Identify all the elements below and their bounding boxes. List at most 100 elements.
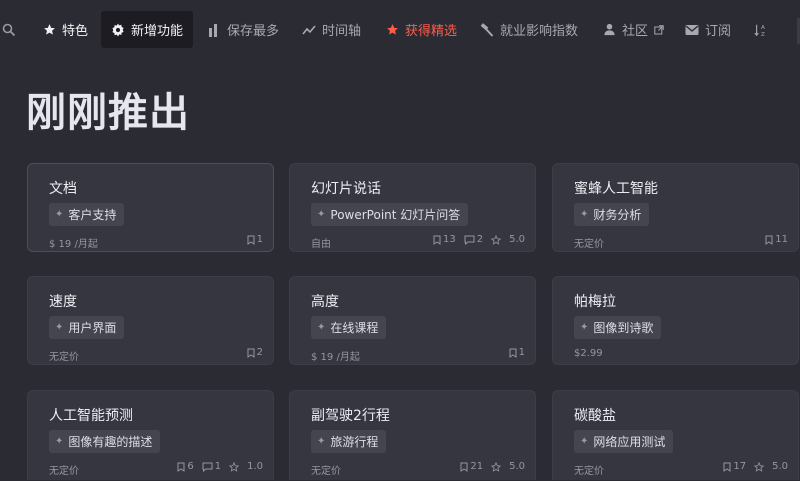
category-tag[interactable]: ✦ 用户界面 <box>49 316 125 339</box>
bookmark-icon <box>509 348 517 358</box>
bars-icon <box>207 23 221 37</box>
card-title: 帕梅拉 <box>574 294 616 310</box>
save-count[interactable]: 17 <box>723 461 746 472</box>
category-tag[interactable]: ✦ PowerPoint 幻灯片问答 <box>311 203 469 226</box>
tool-card-docs[interactable]: 文档 ✦ 客户支持 $ 19 /月起 1 <box>27 163 274 252</box>
sort-button[interactable]: AZ <box>746 11 776 48</box>
rating-value: 5.0 <box>772 461 788 472</box>
price-label: $ 19 /月起 <box>49 239 98 250</box>
star-outline-icon <box>491 461 502 472</box>
price-label: $ 19 /月起 <box>311 352 360 363</box>
nav-new-features[interactable]: 新增功能 <box>101 11 194 48</box>
sparkle-icon: ✦ <box>317 321 326 333</box>
card-title: 幻灯片说话 <box>311 181 381 197</box>
tag-label: 图像有趣的描述 <box>68 435 153 449</box>
save-count[interactable]: 1 <box>509 347 525 358</box>
nav-timeline[interactable]: 时间轴 <box>292 11 371 48</box>
envelope-icon <box>685 23 699 37</box>
bookmark-icon <box>433 235 441 245</box>
hammer-icon <box>480 22 494 37</box>
tag-label: 客户支持 <box>68 208 117 222</box>
sparkle-icon: ✦ <box>580 208 589 220</box>
gear-icon <box>111 23 125 37</box>
sort-az-icon: AZ <box>754 23 768 38</box>
comment-count[interactable]: 2 <box>464 234 483 245</box>
category-tag[interactable]: ✦ 网络应用测试 <box>574 430 674 453</box>
card-stats: 6 1 1.0 <box>177 461 263 472</box>
category-tag[interactable]: ✦ 财务分析 <box>574 203 650 226</box>
card-stats: 11 <box>765 234 788 245</box>
card-stats: 2 <box>247 347 263 358</box>
nav-community[interactable]: 社区 <box>592 11 674 48</box>
card-stats: 13 2 5.0 <box>433 234 525 245</box>
card-title: 碳酸盐 <box>574 408 616 424</box>
save-count[interactable]: 2 <box>247 347 263 358</box>
tool-card-speed[interactable]: 速度 ✦ 用户界面 无定价 2 <box>27 276 274 365</box>
nav-get-featured[interactable]: 获得精选 <box>375 11 467 48</box>
category-tag[interactable]: ✦ 客户支持 <box>49 203 125 226</box>
card-title: 蜜蜂人工智能 <box>574 181 658 197</box>
price-label: 无定价 <box>574 466 604 477</box>
star-outline-icon <box>754 461 765 472</box>
tool-card-carbonate[interactable]: 碳酸盐 ✦ 网络应用测试 无定价 17 5.0 <box>552 390 799 480</box>
search-button[interactable] <box>0 11 24 48</box>
tool-card-bee-ai[interactable]: 蜜蜂人工智能 ✦ 财务分析 无定价 11 <box>552 163 799 252</box>
card-title: 人工智能预测 <box>49 408 133 424</box>
price-label: 无定价 <box>574 239 604 250</box>
card-stats: 21 5.0 <box>460 461 525 472</box>
user-icon <box>602 23 616 37</box>
save-count[interactable]: 1 <box>247 234 263 245</box>
category-tag[interactable]: ✦ 旅游行程 <box>311 430 387 453</box>
rating <box>754 461 765 472</box>
comment-icon <box>464 235 475 245</box>
tool-card-altitude[interactable]: 高度 ✦ 在线课程 $ 19 /月起 1 <box>289 276 536 365</box>
tool-card-copilot2trip[interactable]: 副驾驶2行程 ✦ 旅游行程 无定价 21 5.0 <box>289 390 536 480</box>
star-outline-icon <box>229 461 240 472</box>
save-count[interactable]: 13 <box>433 234 456 245</box>
rating-value: 5.0 <box>509 234 525 245</box>
sparkle-icon: ✦ <box>580 321 589 333</box>
save-count[interactable]: 6 <box>177 461 194 472</box>
nav-community-label: 社区 <box>622 24 649 39</box>
bookmark-icon <box>460 462 468 472</box>
nav-jobs-impact[interactable]: 就业影响指数 <box>470 11 588 48</box>
save-count[interactable]: 11 <box>765 234 788 245</box>
price-label: 无定价 <box>49 466 79 477</box>
nav-get-featured-label: 获得精选 <box>405 24 458 39</box>
card-title: 副驾驶2行程 <box>311 408 390 424</box>
tag-label: 用户界面 <box>68 321 117 335</box>
top-nav: 特色 新增功能 保存最多 时间轴 获得精选 就业影响指数 社区 订阅 A Z <box>0 0 800 60</box>
category-tag[interactable]: ✦ 图像有趣的描述 <box>49 430 161 453</box>
rating <box>229 461 240 472</box>
tag-label: 在线课程 <box>330 321 379 335</box>
bookmark-icon <box>247 348 255 358</box>
nav-subscribe-label: 订阅 <box>705 24 732 39</box>
category-tag[interactable]: ✦ 在线课程 <box>311 316 387 339</box>
tag-label: PowerPoint 幻灯片问答 <box>330 208 461 222</box>
bookmark-icon <box>723 462 731 472</box>
tool-card-pamela[interactable]: 帕梅拉 ✦ 图像到诗歌 $2.99 <box>552 276 799 365</box>
trend-icon <box>302 23 316 37</box>
tag-label: 图像到诗歌 <box>593 321 654 335</box>
price-label: $2.99 <box>574 348 603 359</box>
star-icon <box>385 23 399 37</box>
bookmark-icon <box>765 235 773 245</box>
card-stats: 17 5.0 <box>723 461 788 472</box>
nav-subscribe[interactable]: 订阅 <box>675 11 741 48</box>
price-label: 无定价 <box>49 352 79 363</box>
bookmark-icon <box>177 462 185 472</box>
save-count[interactable]: 21 <box>460 461 483 472</box>
nav-featured[interactable]: 特色 <box>32 11 98 48</box>
nav-timeline-label: 时间轴 <box>322 24 362 39</box>
tool-card-slide-talk[interactable]: 幻灯片说话 ✦ PowerPoint 幻灯片问答 自由 13 2 5.0 <box>289 163 536 252</box>
nav-most-saved-label: 保存最多 <box>227 24 280 39</box>
sparkle-icon: ✦ <box>55 321 64 333</box>
tag-label: 财务分析 <box>593 208 642 222</box>
sparkle-icon: ✦ <box>317 435 326 447</box>
tool-card-ai-predict[interactable]: 人工智能预测 ✦ 图像有趣的描述 无定价 6 1 1.0 <box>27 390 274 480</box>
tag-label: 旅游行程 <box>330 435 379 449</box>
category-tag[interactable]: ✦ 图像到诗歌 <box>574 316 662 339</box>
nav-most-saved[interactable]: 保存最多 <box>197 11 289 48</box>
rating <box>491 234 502 245</box>
comment-count[interactable]: 1 <box>202 461 221 472</box>
